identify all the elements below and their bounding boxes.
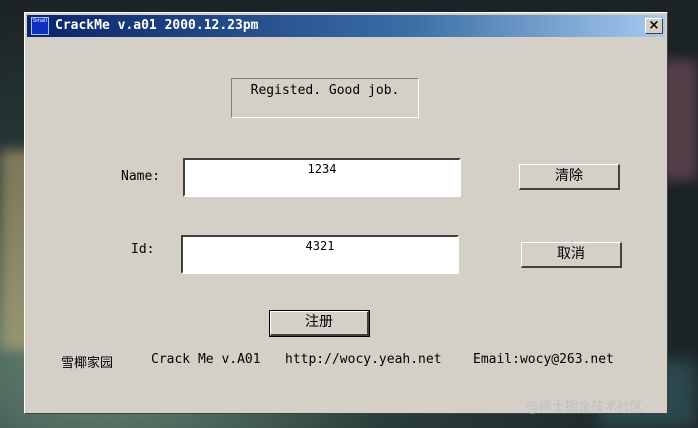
status-panel: Registed. Good job.	[231, 78, 419, 118]
footer-url[interactable]: http://wocy.yeah.net	[285, 352, 442, 367]
footer-product: Crack Me v.A01	[151, 352, 261, 367]
clear-button[interactable]: 清除	[519, 164, 620, 190]
window-title: CrackMe v.a01 2000.12.23pm	[55, 18, 259, 33]
name-label: Name:	[121, 169, 161, 184]
footer-group-name: 雪椰家园	[61, 356, 114, 371]
id-label: Id:	[131, 242, 155, 257]
close-button[interactable]: ×	[645, 18, 663, 34]
crackme-window: Small CrackMe v.a01 2000.12.23pm × Regis…	[24, 12, 668, 414]
footer-email[interactable]: Email:wocy@263.net	[473, 352, 614, 367]
status-message: Registed. Good job.	[250, 83, 400, 98]
register-button[interactable]: 注册	[269, 310, 370, 337]
app-icon: Small	[31, 17, 49, 35]
cancel-button[interactable]: 取消	[521, 242, 622, 268]
name-input[interactable]: 1234	[183, 158, 461, 197]
id-input[interactable]: 4321	[181, 235, 459, 274]
title-bar[interactable]: Small CrackMe v.a01 2000.12.23pm ×	[27, 15, 665, 37]
watermark: @稀土掘金技术社区	[526, 400, 644, 415]
